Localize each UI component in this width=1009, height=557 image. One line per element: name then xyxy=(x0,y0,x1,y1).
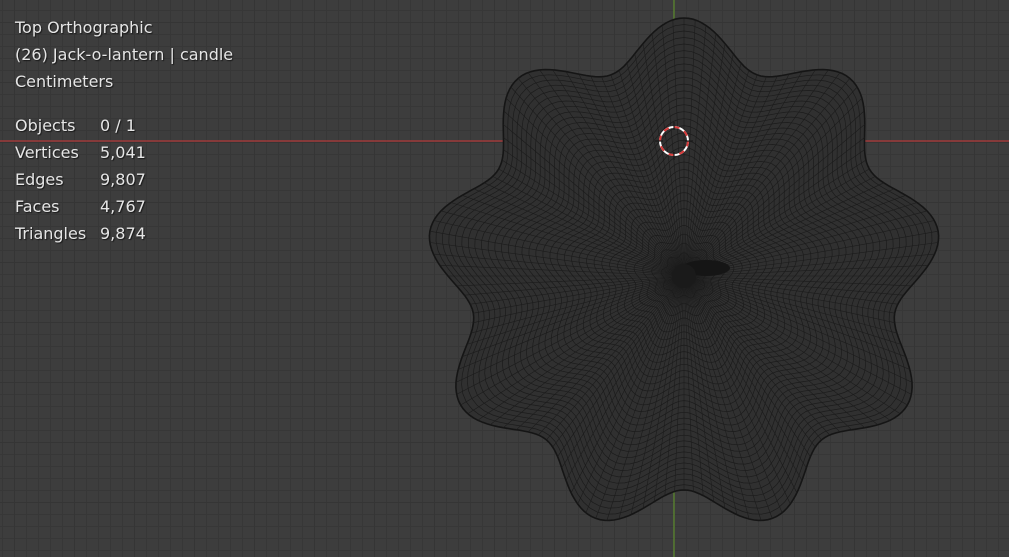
stat-label: Faces xyxy=(15,197,60,216)
view-name: Top Orthographic xyxy=(15,18,153,37)
stat-value: 5,041 xyxy=(100,143,146,162)
stat-value: 9,874 xyxy=(100,224,146,243)
candle-mesh[interactable] xyxy=(428,17,940,522)
viewport-info-overlay: Top Orthographic (26) Jack-o-lantern | c… xyxy=(15,14,233,247)
unit-system: Centimeters xyxy=(15,72,114,91)
stat-label: Edges xyxy=(15,170,64,189)
stat-row-faces: Faces 4,767 xyxy=(15,193,233,220)
stat-row-objects: Objects 0 / 1 xyxy=(15,112,233,139)
scene-statistics: Objects 0 / 1 Vertices 5,041 Edges 9,807… xyxy=(15,112,233,247)
stat-label: Vertices xyxy=(15,143,79,162)
stat-value: 9,807 xyxy=(100,170,146,189)
stat-value: 0 / 1 xyxy=(100,116,136,135)
stat-label: Objects xyxy=(15,116,76,135)
stat-label: Triangles xyxy=(15,224,87,243)
frame-object-label: (26) Jack-o-lantern | candle xyxy=(15,45,234,64)
stat-row-vertices: Vertices 5,041 xyxy=(15,139,233,166)
stat-row-edges: Edges 9,807 xyxy=(15,166,233,193)
stat-value: 4,767 xyxy=(100,197,146,216)
stat-row-triangles: Triangles 9,874 xyxy=(15,220,233,247)
